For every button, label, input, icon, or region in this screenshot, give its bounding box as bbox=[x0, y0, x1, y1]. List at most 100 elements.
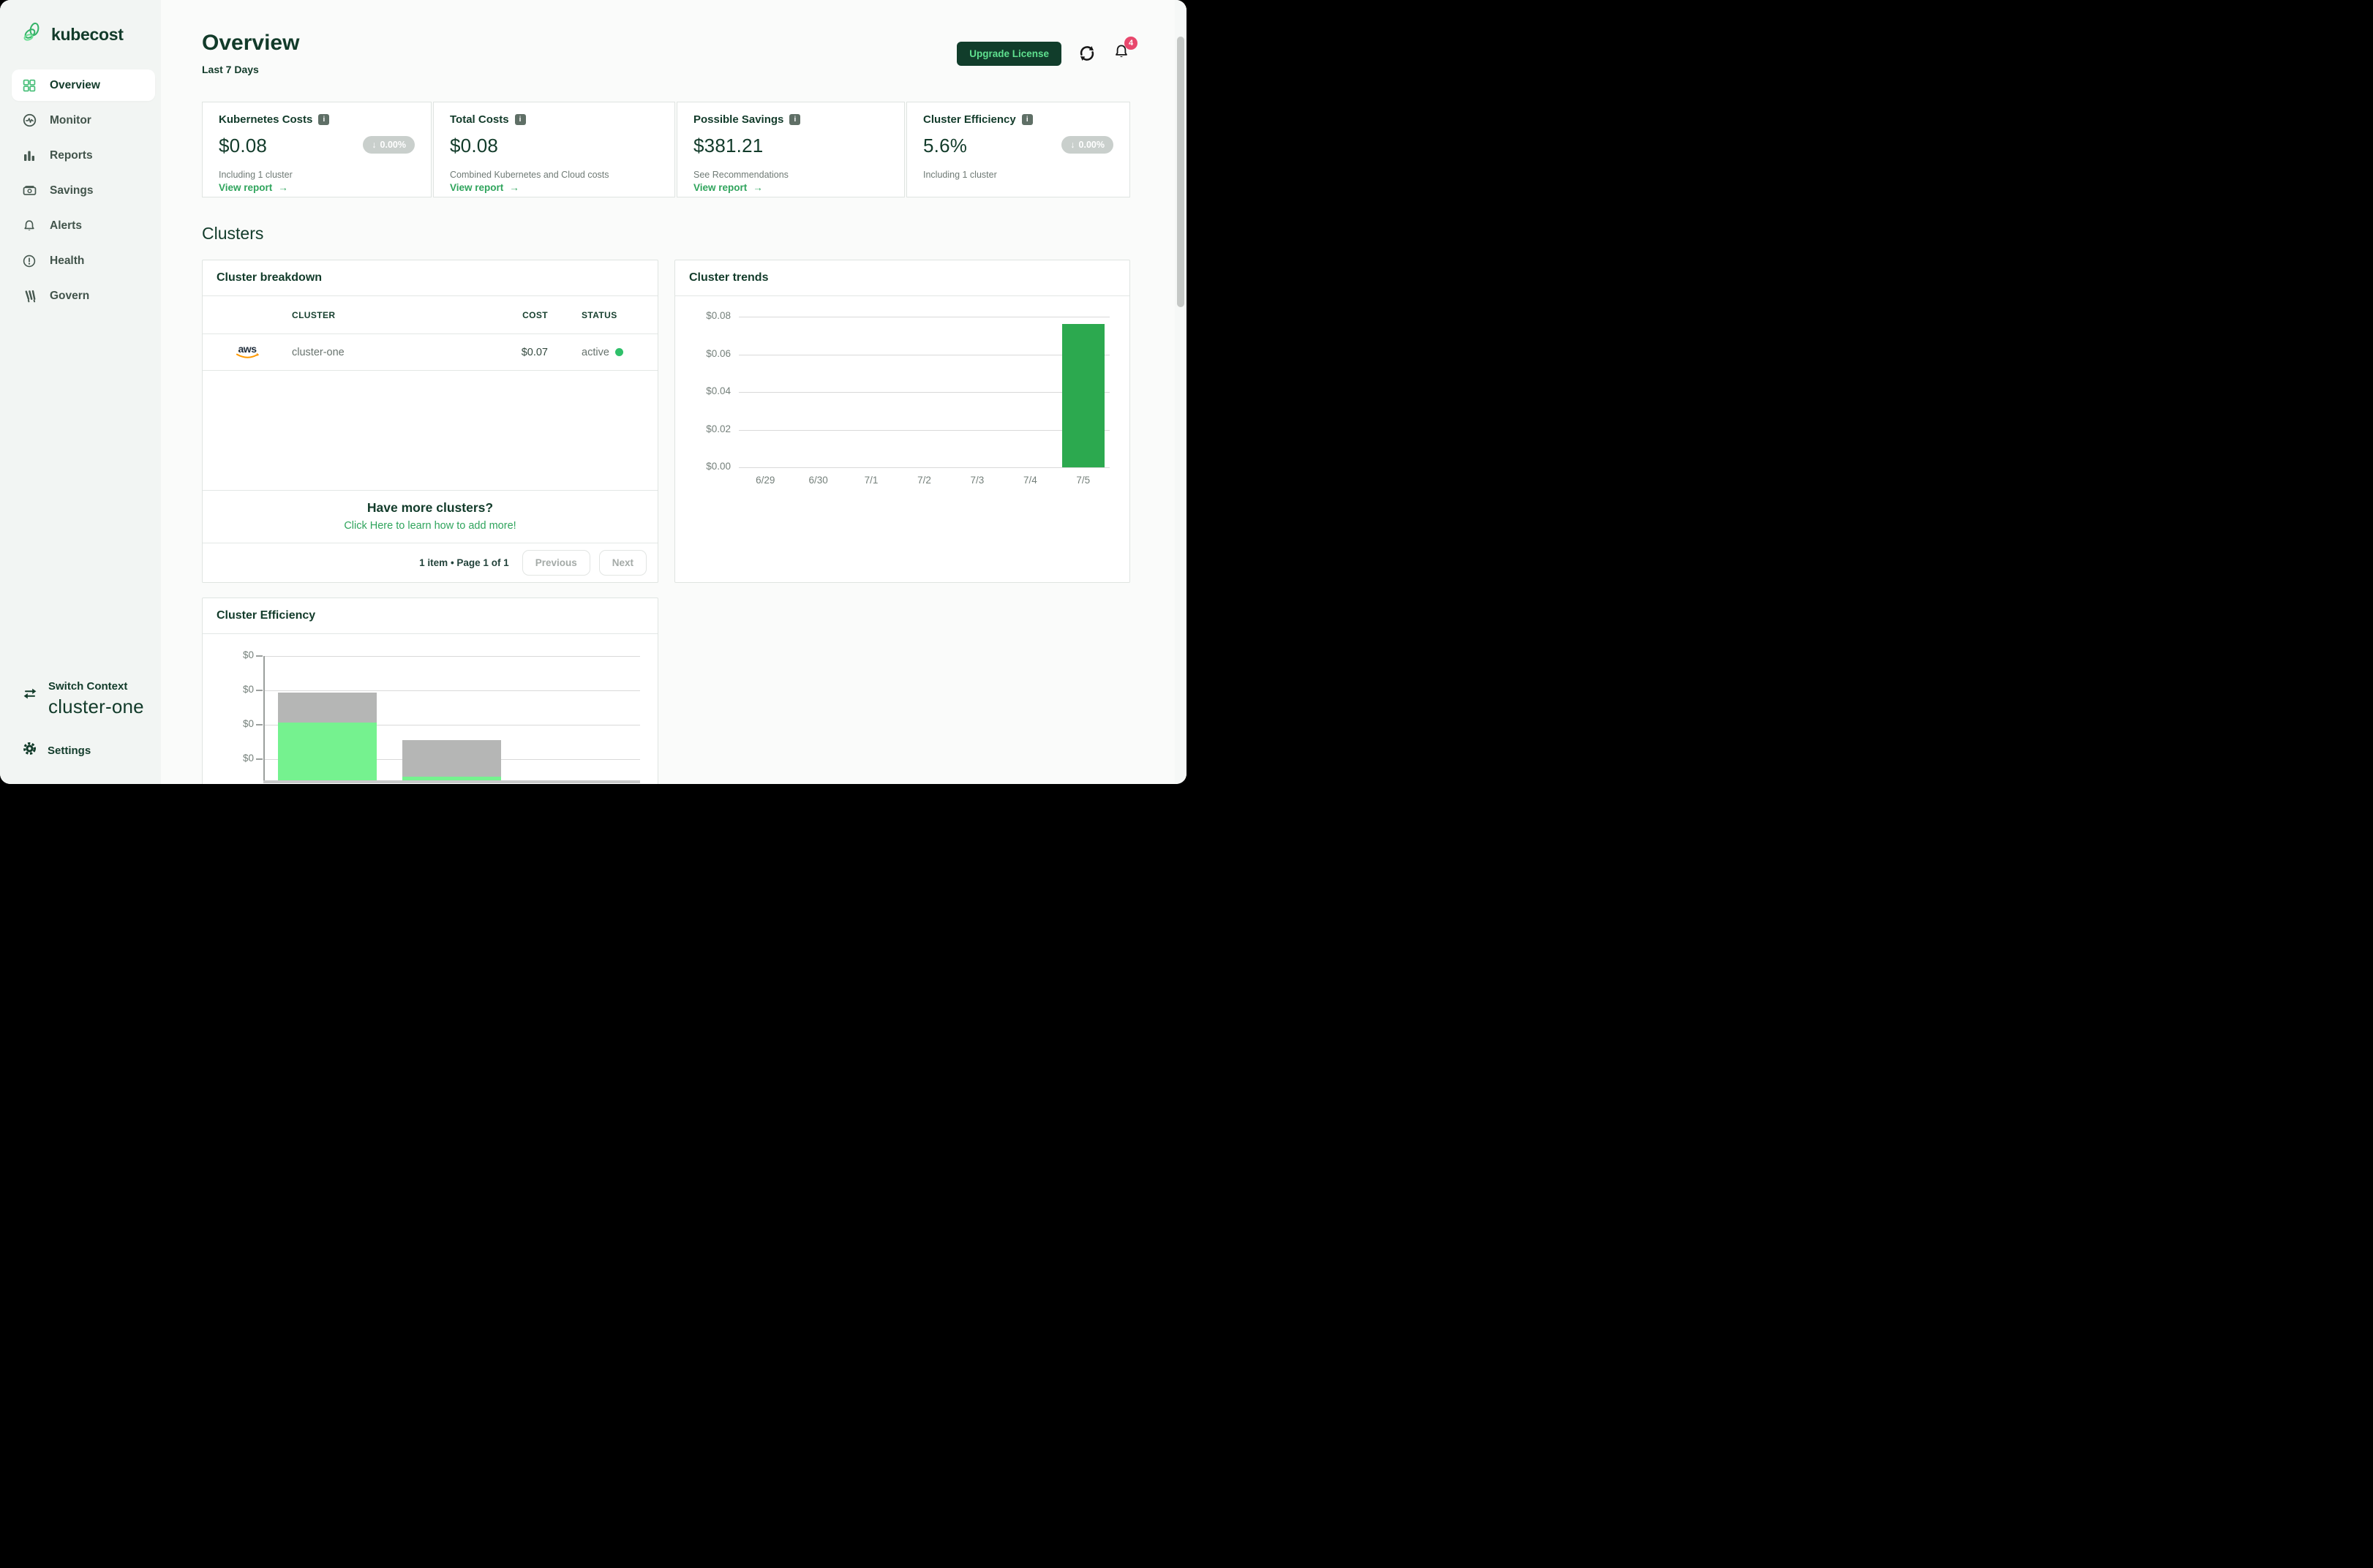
y-axis-line bbox=[263, 656, 265, 783]
x-tick-label: 6/29 bbox=[742, 475, 789, 486]
kubecost-logo[interactable]: kubecost bbox=[0, 0, 161, 48]
stat-subtitle: Including 1 cluster bbox=[923, 170, 1113, 180]
gridline bbox=[739, 430, 1110, 431]
x-axis-line bbox=[263, 780, 640, 783]
cash-icon bbox=[21, 183, 37, 199]
right-arrow-icon: → bbox=[753, 182, 763, 193]
next-page-button[interactable]: Next bbox=[599, 550, 647, 576]
grid-icon bbox=[21, 78, 37, 94]
page-heading: Overview Last 7 Days bbox=[202, 31, 299, 75]
add-clusters-link[interactable]: Click Here to learn how to add more! bbox=[203, 520, 658, 532]
bell-icon bbox=[21, 218, 37, 234]
stat-subtitle: See Recommendations bbox=[693, 170, 888, 180]
info-icon[interactable]: i bbox=[1022, 114, 1033, 125]
switch-context-label: Switch Context bbox=[48, 680, 144, 693]
down-arrow-icon: ↓ bbox=[372, 140, 376, 150]
settings-label: Settings bbox=[48, 745, 91, 757]
sidebar-item-reports[interactable]: Reports bbox=[12, 140, 155, 171]
switch-context-button[interactable]: Switch Context cluster-one bbox=[0, 680, 161, 718]
stat-subtitle: Combined Kubernetes and Cloud costs bbox=[450, 170, 658, 180]
x-tick-label: 7/4 bbox=[1007, 475, 1053, 486]
refresh-icon bbox=[1078, 44, 1097, 63]
sidebar-item-label: Govern bbox=[50, 290, 89, 303]
more-clusters-block: Have more clusters? Click Here to learn … bbox=[203, 490, 658, 543]
cell-cluster-name: cluster-one bbox=[292, 347, 456, 358]
header-controls: Upgrade License bbox=[957, 41, 1130, 66]
page-title: Overview bbox=[202, 31, 299, 56]
y-tick-label: $0.06 bbox=[675, 348, 731, 359]
sidebar-item-label: Alerts bbox=[50, 219, 82, 233]
x-tick-label: 6/30 bbox=[795, 475, 842, 486]
active-status-dot bbox=[615, 348, 623, 356]
main-content: Overview Last 7 Days Upgrade License bbox=[161, 0, 1186, 784]
sidebar-item-overview[interactable]: Overview bbox=[12, 69, 155, 101]
efficiency-bar-segment bbox=[278, 693, 377, 722]
pagination: 1 item • Page 1 of 1 Previous Next bbox=[203, 543, 658, 582]
sidebar-item-label: Reports bbox=[50, 149, 93, 162]
info-icon[interactable]: i bbox=[515, 114, 526, 125]
govern-icon bbox=[21, 288, 37, 304]
x-tick-label: 7/3 bbox=[954, 475, 1001, 486]
cluster-breakdown-panel: Cluster breakdown CLUSTER COST STATUS aw… bbox=[202, 260, 658, 583]
right-arrow-icon: → bbox=[509, 182, 519, 193]
stat-title: Total Costs bbox=[450, 113, 509, 126]
column-status: STATUS bbox=[548, 310, 658, 320]
x-tick-label: 7/2 bbox=[901, 475, 948, 486]
vertical-scrollbar-thumb[interactable] bbox=[1177, 37, 1184, 307]
y-tick-label: $0 bbox=[203, 753, 254, 764]
column-cost: COST bbox=[456, 310, 548, 320]
stat-title: Cluster Efficiency bbox=[923, 113, 1016, 126]
y-tick-label: $0.02 bbox=[675, 423, 731, 434]
upgrade-license-button[interactable]: Upgrade License bbox=[957, 42, 1061, 66]
view-report-link[interactable]: View report→ bbox=[219, 182, 415, 193]
trend-bar bbox=[1062, 324, 1105, 467]
view-report-link[interactable]: View report→ bbox=[450, 182, 658, 193]
stat-value: $381.21 bbox=[693, 135, 763, 157]
efficiency-bar-segment bbox=[402, 740, 501, 777]
more-clusters-heading: Have more clusters? bbox=[203, 500, 658, 516]
sidebar-item-monitor[interactable]: Monitor bbox=[12, 105, 155, 136]
y-tick-label: $0.00 bbox=[675, 461, 731, 472]
pulse-icon bbox=[21, 113, 37, 129]
previous-page-button[interactable]: Previous bbox=[522, 550, 590, 576]
stat-value: $0.08 bbox=[450, 135, 498, 157]
gridline bbox=[265, 656, 640, 657]
sidebar-item-alerts[interactable]: Alerts bbox=[12, 210, 155, 241]
cluster-breakdown-title: Cluster breakdown bbox=[203, 260, 658, 296]
table-row[interactable]: aws cluster-one $0.07 active bbox=[203, 334, 658, 371]
efficiency-bar-segment bbox=[278, 723, 377, 780]
info-icon[interactable]: i bbox=[789, 114, 800, 125]
stat-title: Possible Savings bbox=[693, 113, 783, 126]
sidebar-bottom: Switch Context cluster-one Settings bbox=[0, 680, 161, 759]
gridline bbox=[739, 467, 1110, 468]
stat-value: 5.6% bbox=[923, 135, 967, 157]
sidebar-nav: Overview Monitor bbox=[0, 69, 161, 312]
gridline bbox=[265, 690, 640, 691]
stat-card-possible-savings: Possible Savings i $381.21 See Recommend… bbox=[677, 102, 905, 197]
switch-context-value: cluster-one bbox=[48, 696, 144, 718]
x-tick-label: 7/5 bbox=[1060, 475, 1107, 486]
sidebar-item-savings[interactable]: Savings bbox=[12, 175, 155, 206]
notifications-button[interactable]: 4 bbox=[1113, 43, 1130, 64]
stat-value: $0.08 bbox=[219, 135, 267, 157]
stat-card-cluster-efficiency: Cluster Efficiency i 5.6% ↓0.00% Includi… bbox=[906, 102, 1130, 197]
sidebar-item-health[interactable]: Health bbox=[12, 245, 155, 276]
x-tick-label: 7/1 bbox=[848, 475, 895, 486]
pagination-summary: 1 item • Page 1 of 1 bbox=[419, 557, 509, 568]
change-badge: ↓0.00% bbox=[1061, 136, 1113, 154]
y-tick-mark bbox=[256, 724, 263, 725]
bar-chart-icon bbox=[21, 148, 37, 164]
info-icon[interactable]: i bbox=[318, 114, 329, 125]
right-arrow-icon: → bbox=[278, 182, 288, 193]
vertical-scrollbar-track[interactable] bbox=[1175, 0, 1186, 784]
sidebar-item-govern[interactable]: Govern bbox=[12, 280, 155, 312]
gridline bbox=[739, 392, 1110, 393]
alert-circle-icon bbox=[21, 253, 37, 269]
sidebar-item-label: Health bbox=[50, 255, 84, 268]
stat-subtitle: Including 1 cluster bbox=[219, 170, 415, 180]
view-report-link[interactable]: View report→ bbox=[693, 182, 888, 193]
gear-icon bbox=[23, 742, 37, 759]
y-tick-label: $0.08 bbox=[675, 310, 731, 321]
refresh-button[interactable] bbox=[1078, 44, 1097, 63]
settings-button[interactable]: Settings bbox=[0, 742, 161, 759]
